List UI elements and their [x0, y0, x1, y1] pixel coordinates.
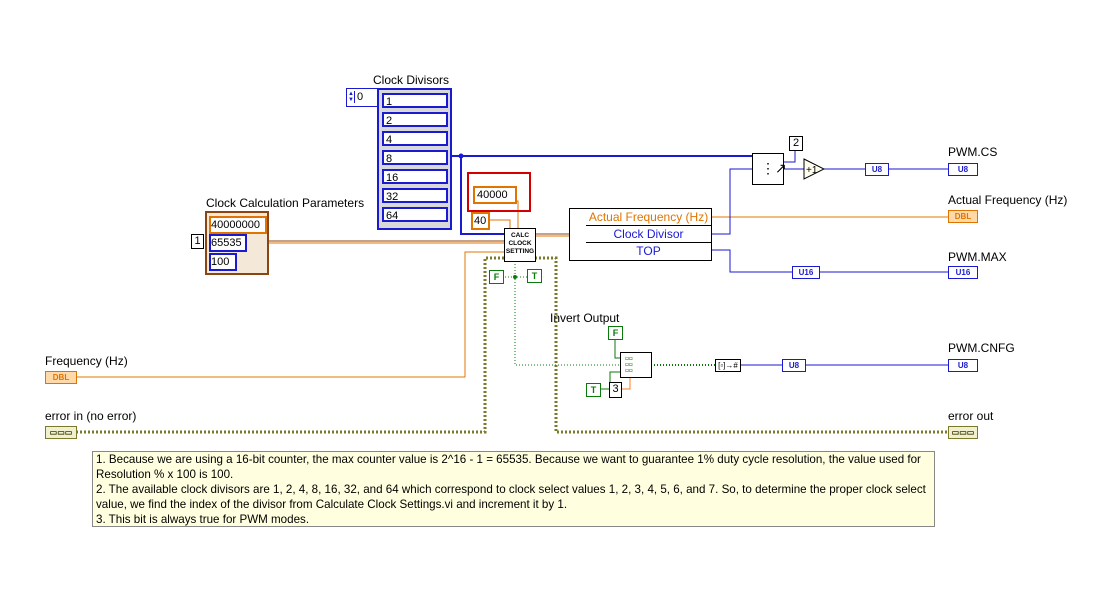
- subvi-text: CALC: [510, 232, 530, 239]
- clock-params-index: 1: [191, 234, 204, 249]
- subvi-text: CLOCK: [508, 240, 532, 247]
- clock-params-cluster: 40000000 65535 100: [205, 211, 269, 275]
- comment-box: 1. Because we are using a 16-bit counter…: [92, 451, 935, 527]
- divisor-item[interactable]: 16: [382, 169, 448, 184]
- unbundle-item-top: TOP: [636, 244, 661, 258]
- pwm-cnfg-label: PWM.CNFG: [948, 341, 1015, 355]
- error-cluster-icon: ▭▭▭: [49, 428, 73, 437]
- to-u8-cs: U8: [865, 163, 889, 176]
- const-40[interactable]: 40: [471, 212, 490, 230]
- frequency-terminal[interactable]: DBL: [45, 371, 77, 384]
- to-u16-max: U16: [792, 266, 820, 279]
- invert-output-false-const[interactable]: F: [608, 326, 623, 340]
- unbundle-item-actual-frequency: Actual Frequency (Hz): [586, 209, 711, 226]
- increment-node: +1: [803, 158, 825, 180]
- error-in-terminal[interactable]: ▭▭▭: [45, 426, 77, 439]
- clock-params-label: Clock Calculation Parameters: [206, 196, 365, 210]
- divisor-item[interactable]: 2: [382, 112, 448, 127]
- param-value[interactable]: 65535: [209, 234, 247, 252]
- pwm-cnfg-indicator[interactable]: U8: [948, 359, 978, 372]
- error-in-label: error in (no error): [45, 409, 137, 423]
- pwm-cs-indicator[interactable]: U8: [948, 163, 978, 176]
- error-cluster-icon: ▭▭▭: [951, 428, 975, 437]
- unbundle-item-clock-divisor: Clock Divisor: [586, 226, 711, 243]
- to-u8-cnfg: U8: [782, 359, 806, 372]
- comment-line: 2. The available clock divisors are 1, 2…: [96, 483, 926, 511]
- search-array-node: ⋮↗: [752, 153, 787, 185]
- subvi-text: SETTING: [505, 248, 535, 255]
- comment-line: 1. Because we are using a 16-bit counter…: [96, 453, 921, 481]
- bit-true-const[interactable]: T: [586, 383, 601, 397]
- search-array-icon: ⋮↗: [761, 160, 787, 176]
- param-value[interactable]: 100: [209, 253, 237, 271]
- unbundle-node: Actual Frequency (Hz) Clock Divisor TOP: [569, 208, 712, 261]
- divisor-item[interactable]: 8: [382, 150, 448, 165]
- svg-text:+1: +1: [806, 165, 818, 176]
- clock-divisors-array: 1 2 4 8 16 32 64: [377, 88, 452, 230]
- actual-frequency-indicator[interactable]: DBL: [948, 210, 978, 223]
- pwm-max-label: PWM.MAX: [948, 250, 1007, 264]
- index-const[interactable]: 2: [789, 136, 803, 151]
- build-array-icon: ▫▫ ▫▫ ▫▫: [625, 353, 633, 377]
- actual-frequency-label: Actual Frequency (Hz): [948, 193, 1068, 207]
- bool-true-const[interactable]: T: [527, 269, 542, 283]
- const-40000[interactable]: 40000: [473, 186, 517, 204]
- divisor-item[interactable]: 64: [382, 207, 448, 222]
- index-value: 0: [357, 91, 364, 103]
- error-out-label: error out: [948, 409, 994, 423]
- comment-line: 3. This bit is always true for PWM modes…: [96, 513, 310, 526]
- frequency-label: Frequency (Hz): [45, 354, 128, 368]
- pwm-cs-label: PWM.CS: [948, 145, 998, 159]
- bool-array-node: ▫▫ ▫▫ ▫▫: [620, 352, 652, 378]
- divisor-item[interactable]: 4: [382, 131, 448, 146]
- bool-array-to-number-icon: [▫]→#: [715, 359, 741, 372]
- clock-divisors-label: Clock Divisors: [373, 73, 450, 87]
- param-value[interactable]: 40000000: [209, 216, 267, 234]
- divisor-item[interactable]: 32: [382, 188, 448, 203]
- index-stepper-icon[interactable]: ▲ ▼: [348, 91, 355, 103]
- error-out-terminal[interactable]: ▭▭▭: [948, 426, 978, 439]
- invert-output-label: Invert Output: [550, 311, 620, 325]
- divisor-item[interactable]: 1: [382, 93, 448, 108]
- pwm-max-indicator[interactable]: U16: [948, 266, 978, 279]
- bit-index-const[interactable]: 3: [609, 382, 622, 398]
- clock-divisors-index[interactable]: ▲ ▼ 0: [346, 88, 378, 107]
- calc-clock-setting-subvi[interactable]: CALC CLOCK SETTING: [504, 228, 536, 262]
- bool-false-const[interactable]: F: [489, 270, 504, 284]
